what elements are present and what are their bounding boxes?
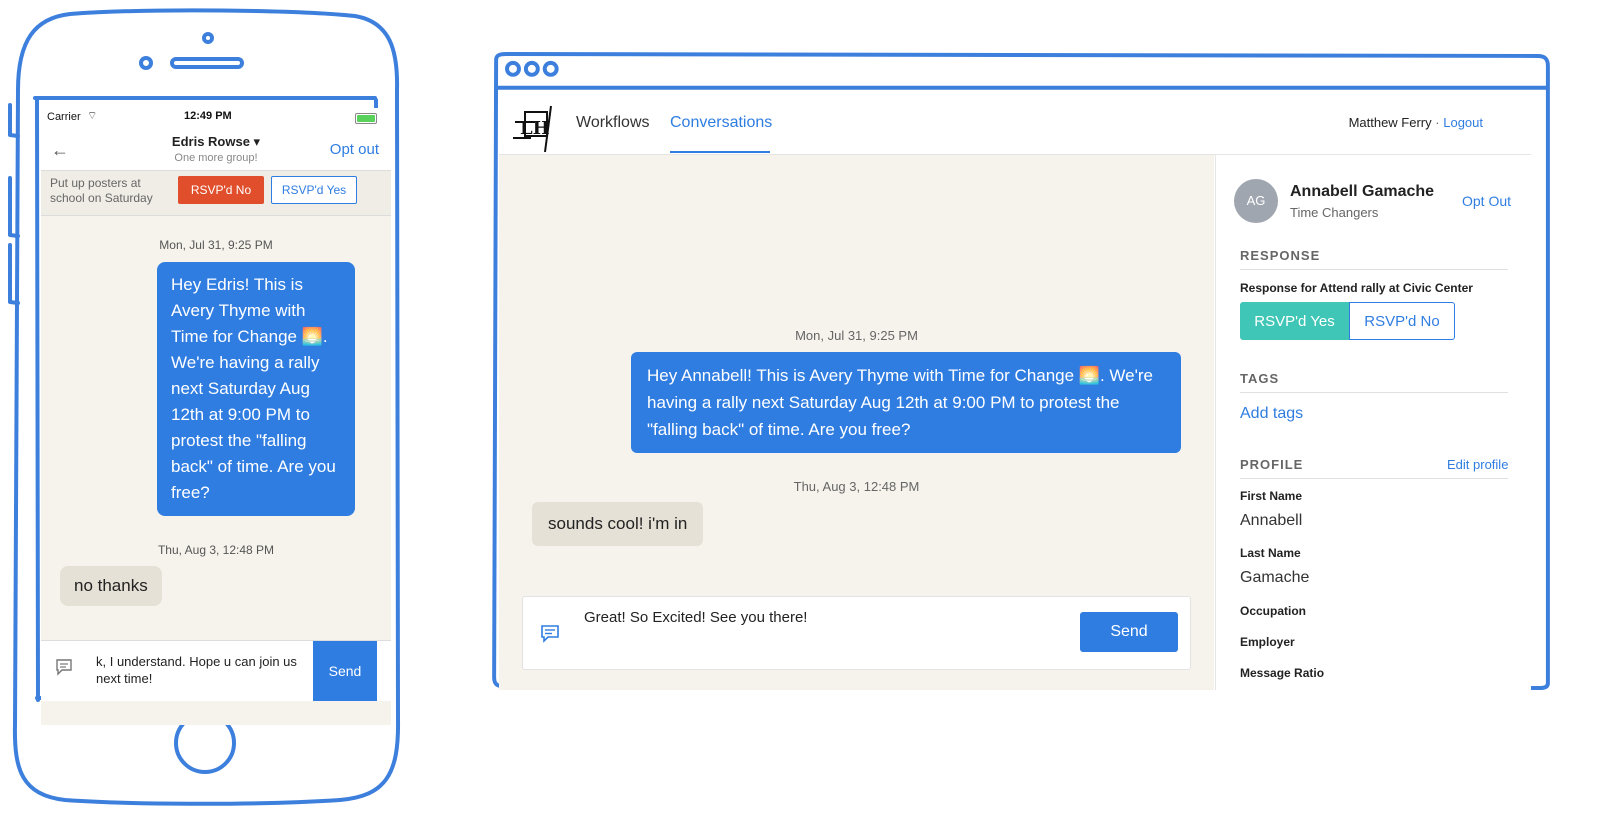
rsvp-yes-button[interactable]: RSVP'd Yes	[1240, 302, 1349, 340]
message-timestamp: Thu, Aug 3, 12:48 PM	[157, 543, 275, 557]
wifi-icon: ⌔	[87, 110, 98, 122]
response-section-heading: RESPONSE	[1240, 248, 1508, 270]
user-name: Matthew Ferry	[1348, 115, 1432, 130]
last-name-label: Last Name	[1240, 546, 1301, 560]
message-input[interactable]: k, I understand. Hope u can join us next…	[96, 653, 306, 687]
message-timestamp: Mon, Jul 31, 9:25 PM	[159, 238, 273, 252]
phone-screen: Carrier ⌔ 12:49 PM ← Edris Rowse ▾ One m…	[41, 108, 391, 725]
contact-group: Time Changers	[1290, 205, 1379, 220]
message-icon	[541, 625, 559, 643]
app-logo-icon[interactable]: LH	[511, 104, 555, 154]
compose-box: Great! So Excited! See you there! Send	[522, 596, 1191, 670]
contact-sidebar: AG Annabell Gamache Time Changers Opt Ou…	[1215, 155, 1531, 690]
opt-out-link[interactable]: Opt Out	[1462, 193, 1511, 209]
first-name-label: First Name	[1240, 489, 1303, 503]
incoming-message-bubble: sounds cool! i'm in	[532, 502, 704, 546]
phone-task-bar: Put up posters at school on Saturday RSV…	[41, 170, 391, 216]
nav-workflows[interactable]: Workflows	[576, 114, 650, 132]
message-icon	[56, 659, 72, 676]
edit-profile-link[interactable]: Edit profile	[1447, 457, 1508, 472]
response-for-label: Response for Attend rally at Civic Cente…	[1240, 281, 1473, 295]
separator: ·	[1435, 115, 1440, 130]
opt-out-link[interactable]: Opt out	[330, 141, 379, 158]
battery-icon	[355, 113, 377, 124]
svg-text:LH: LH	[520, 118, 550, 139]
first-name-value: Annabell	[1240, 512, 1303, 529]
contact-name: Annabell Gamache	[1290, 183, 1435, 200]
outgoing-message-bubble: Hey Edris! This is Avery Thyme with Time…	[157, 262, 355, 516]
message-ratio-label: Message Ratio	[1240, 666, 1325, 680]
last-name-value: Gamache	[1240, 569, 1310, 586]
status-time: 12:49 PM	[184, 110, 232, 122]
incoming-message-bubble: no thanks	[60, 566, 162, 606]
tags-section-heading: TAGS	[1240, 371, 1508, 393]
task-description: Put up posters at school on Saturday	[50, 176, 153, 205]
employer-label: Employer	[1240, 635, 1295, 649]
message-input[interactable]: Great! So Excited! See you there!	[584, 609, 807, 626]
send-button[interactable]: Send	[1080, 612, 1178, 652]
user-menu: Matthew Ferry · Logout	[1349, 115, 1483, 130]
rsvp-no-button[interactable]: RSVP'd No	[1349, 302, 1455, 340]
outgoing-message-bubble: Hey Annabell! This is Avery Thyme with T…	[631, 352, 1181, 453]
active-tab-indicator	[670, 151, 770, 153]
phone-compose-bar: k, I understand. Hope u can join us next…	[41, 640, 391, 701]
conversation-panel: Mon, Jul 31, 9:25 PM Hey Annabell! This …	[499, 155, 1214, 690]
phone-conversation-header: ← Edris Rowse ▾ One more group! Opt out	[41, 128, 391, 170]
rsvp-no-button[interactable]: RSVP'd No	[178, 176, 264, 204]
message-timestamp: Thu, Aug 3, 12:48 PM	[793, 479, 920, 494]
message-timestamp: Mon, Jul 31, 9:25 PM	[795, 328, 918, 343]
top-navigation: LH Workflows Conversations Matthew Ferry…	[499, 92, 1531, 155]
carrier-label: Carrier	[47, 111, 81, 123]
nav-conversations[interactable]: Conversations	[670, 114, 772, 132]
avatar: AG	[1234, 179, 1278, 223]
phone-status-bar: Carrier ⌔ 12:49 PM	[41, 108, 391, 128]
rsvp-yes-button[interactable]: RSVP'd Yes	[271, 176, 357, 204]
occupation-label: Occupation	[1240, 604, 1307, 618]
add-tags-link[interactable]: Add tags	[1240, 405, 1303, 423]
browser-viewport: LH Workflows Conversations Matthew Ferry…	[499, 92, 1531, 690]
send-button[interactable]: Send	[313, 641, 377, 701]
logout-link[interactable]: Logout	[1443, 115, 1483, 130]
